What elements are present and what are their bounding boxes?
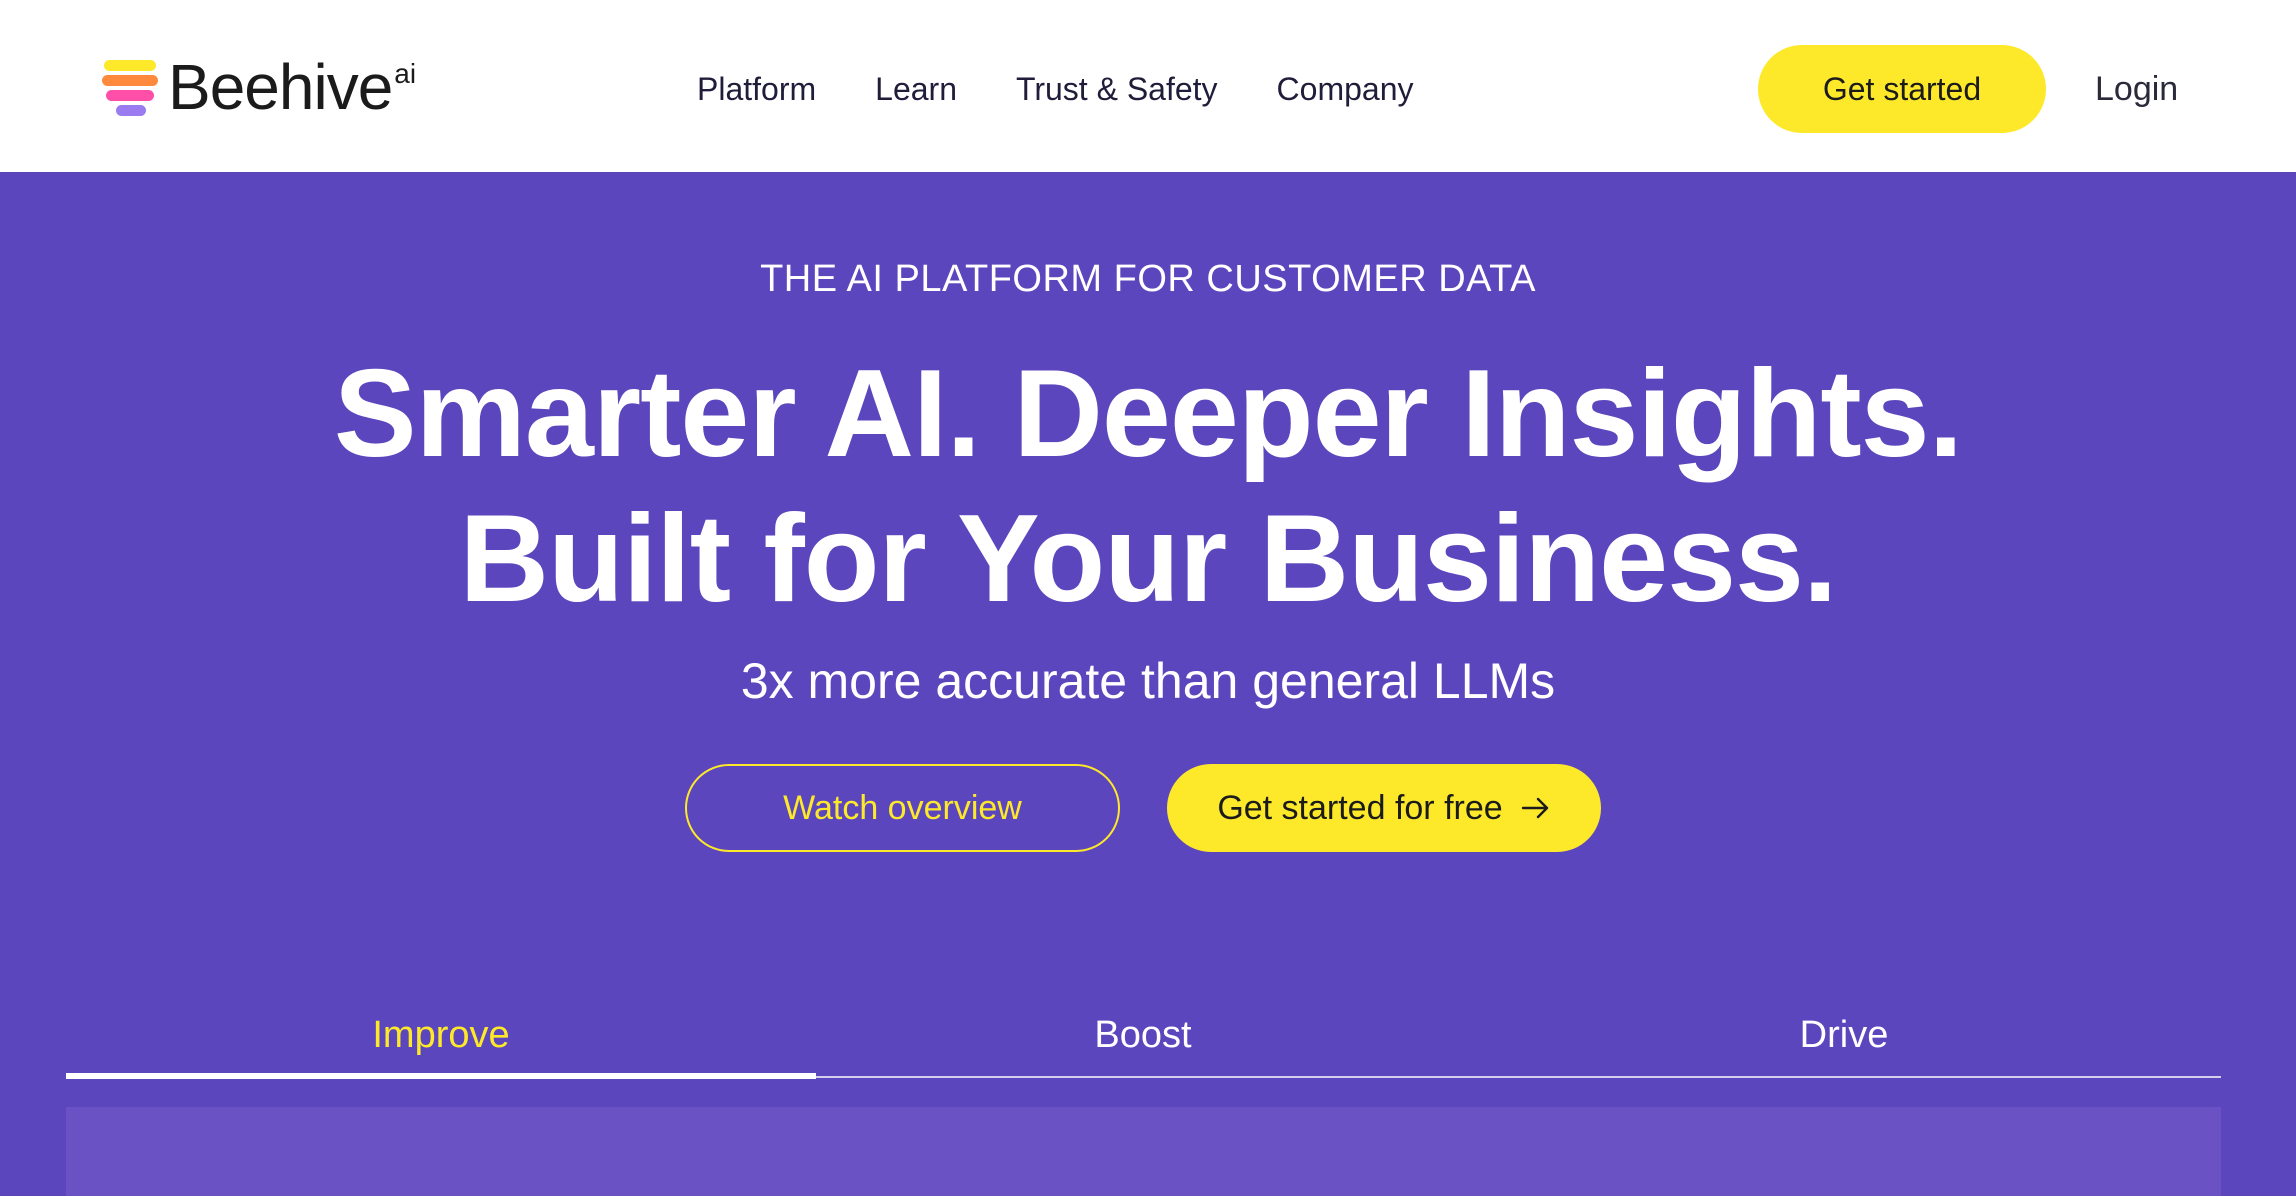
tab-boost[interactable]: Boost	[843, 992, 1443, 1078]
nav-link-trust-safety[interactable]: Trust & Safety	[1016, 71, 1218, 108]
login-link[interactable]: Login	[2095, 64, 2178, 114]
hero-eyebrow: THE AI PLATFORM FOR CUSTOMER DATA	[760, 258, 1536, 300]
nav-link-company[interactable]: Company	[1277, 71, 1414, 108]
tab-content-panel	[66, 1107, 2221, 1196]
nav-link-platform[interactable]: Platform	[697, 71, 816, 108]
logo-superscript: ai	[394, 58, 417, 89]
nav-link-learn[interactable]: Learn	[875, 71, 957, 108]
hero-subhead: 3x more accurate than general LLMs	[740, 653, 1556, 709]
active-tab-indicator	[66, 1073, 816, 1079]
get-started-button[interactable]: Get started	[1758, 45, 2046, 133]
beehive-logo-icon	[102, 60, 160, 120]
arrow-right-icon	[1521, 797, 1548, 819]
feature-tabs: Improve Boost Drive	[66, 992, 2221, 1079]
get-started-free-label: Get started for free	[1217, 788, 1503, 827]
watch-overview-label: Watch overview	[783, 788, 1022, 827]
hero-headline: Smarter AI. Deeper Insights. Built for Y…	[0, 342, 2296, 632]
tab-improve[interactable]: Improve	[141, 992, 741, 1078]
watch-overview-button[interactable]: Watch overview	[685, 764, 1120, 852]
get-started-free-button[interactable]: Get started for free	[1167, 764, 1601, 852]
top-navbar: Beehive ai Platform Learn Trust & Safety…	[0, 0, 2296, 172]
headline-line-1: Smarter AI. Deeper Insights.	[333, 345, 1963, 483]
hero-section: THE AI PLATFORM FOR CUSTOMER DATA Smarte…	[0, 172, 2296, 1107]
main-nav: Platform Learn Trust & Safety Company	[697, 64, 1413, 114]
headline-line-2: Built for Your Business.	[459, 490, 1838, 628]
logo-wordmark: Beehive	[168, 51, 393, 123]
tab-drive[interactable]: Drive	[1544, 992, 2144, 1078]
beehive-logo[interactable]: Beehive ai	[102, 52, 416, 122]
